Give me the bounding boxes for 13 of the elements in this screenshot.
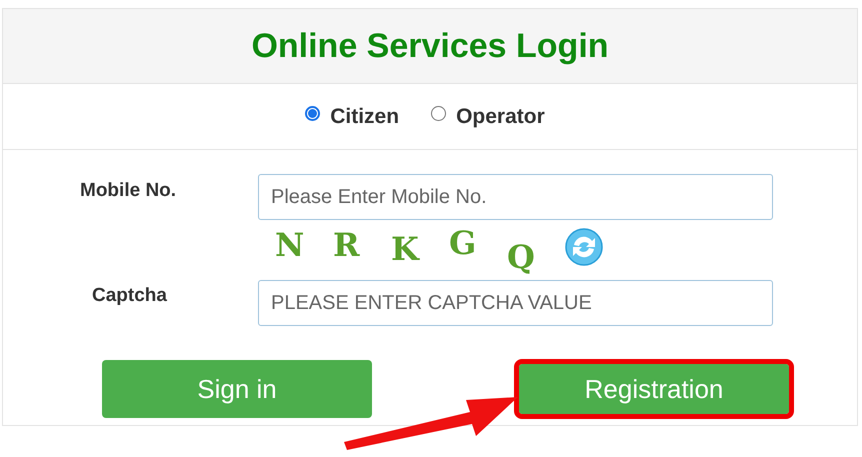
user-type-radio[interactable]: Operator (431, 104, 545, 128)
field-label: Mobile No. (79, 180, 178, 202)
captcha-letter: R (333, 226, 361, 264)
user-type-radio[interactable]: Citizen (305, 104, 400, 128)
page-title: Online Services Login (251, 26, 609, 66)
refresh-icon[interactable] (565, 228, 603, 266)
captcha-input-field[interactable]: PLEASE ENTER CAPTCHA VALUE (258, 280, 773, 326)
captcha-letter: K (391, 230, 421, 268)
captcha-letter: G (449, 224, 478, 262)
field-label: Captcha (91, 285, 168, 307)
captcha-letter: N (275, 226, 306, 264)
captcha-letter: Q (507, 238, 536, 276)
mobile-input-field[interactable]: Please Enter Mobile No. (258, 174, 773, 220)
